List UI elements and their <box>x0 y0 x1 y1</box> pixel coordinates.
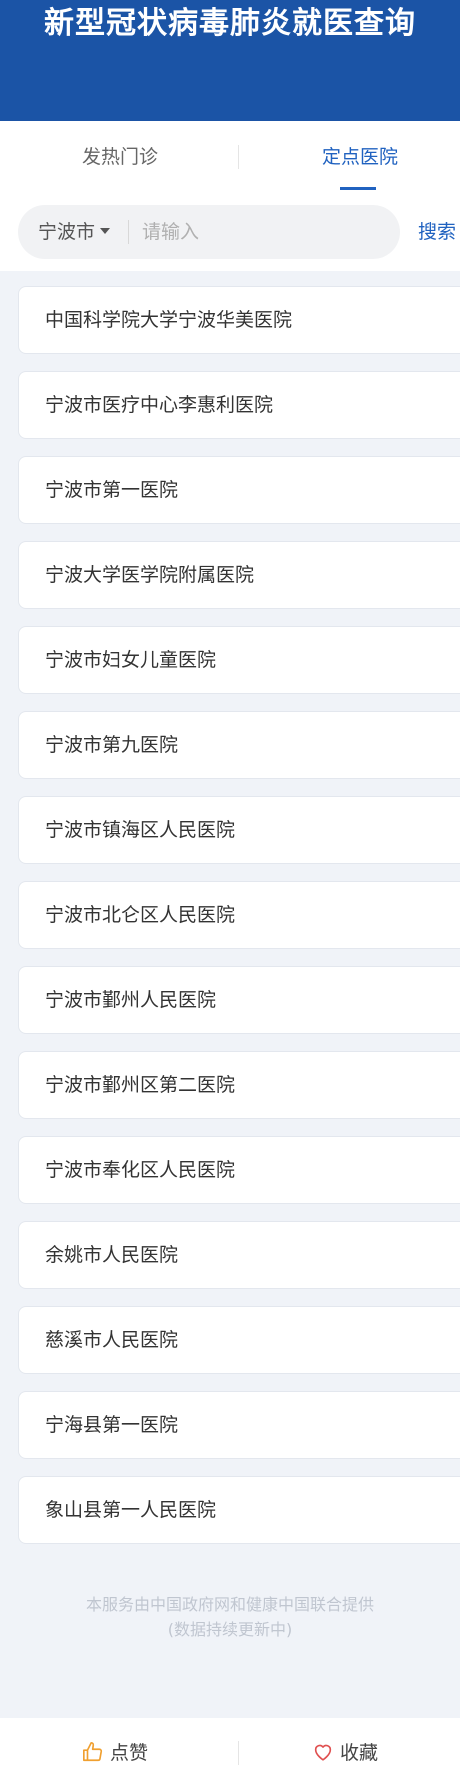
hospital-card[interactable]: 宁波市鄞州人民医院 <box>18 966 460 1034</box>
hospital-card[interactable]: 宁波市镇海区人民医院 <box>18 796 460 864</box>
active-tab-indicator <box>340 187 376 190</box>
search-divider <box>128 220 129 244</box>
service-notice-line2: (数据持续更新中) <box>167 1620 293 1639</box>
hospital-card[interactable]: 宁波市北仑区人民医院 <box>18 881 460 949</box>
tab-fever-clinic[interactable]: 发热门诊 <box>0 121 240 193</box>
heart-icon <box>314 1744 332 1761</box>
hospital-name: 宁波市第九医院 <box>45 734 179 756</box>
hospital-card[interactable]: 宁波市奉化区人民医院 <box>18 1136 460 1204</box>
hospital-name: 中国科学院大学宁波华美医院 <box>45 309 293 331</box>
hospital-card[interactable]: 宁波市医疗中心李惠利医院 <box>18 371 460 439</box>
hospital-card[interactable]: 慈溪市人民医院 <box>18 1306 460 1374</box>
hospital-name: 宁波市北仑区人民医院 <box>45 904 236 926</box>
hospital-name: 宁波市奉化区人民医院 <box>45 1159 236 1181</box>
caret-down-icon <box>100 228 111 234</box>
hospital-card[interactable]: 宁海县第一医院 <box>18 1391 460 1459</box>
favorite-label: 收藏 <box>339 1742 378 1764</box>
hospital-card[interactable]: 象山县第一人民医院 <box>18 1476 460 1544</box>
hospital-card[interactable]: 中国科学院大学宁波华美医院 <box>18 286 460 354</box>
search-bar: 宁波市 搜索 <box>0 193 460 271</box>
hospital-name: 余姚市人民医院 <box>45 1244 179 1266</box>
hospital-name: 宁波市镇海区人民医院 <box>45 819 236 841</box>
hospital-name: 宁波市第一医院 <box>45 479 179 501</box>
hospital-card[interactable]: 宁波大学医学院附属医院 <box>18 541 460 609</box>
service-notice: 本服务由中国政府网和健康中国联合提供 (数据持续更新中) <box>0 1592 460 1642</box>
hospital-name: 宁波市医疗中心李惠利医院 <box>45 394 274 416</box>
header: 新型冠状病毒肺炎就医查询 <box>0 0 460 121</box>
hospital-name: 宁海县第一医院 <box>45 1414 179 1436</box>
search-input[interactable] <box>140 213 390 251</box>
page: 新型冠状病毒肺炎就医查询 发热门诊 定点医院 宁波市 搜索 中国科学院大学宁波华… <box>0 0 460 1788</box>
city-dropdown-label: 宁波市 <box>38 221 96 243</box>
hospital-name: 宁波大学医学院附属医院 <box>45 564 255 586</box>
tab-designated-hospital[interactable]: 定点医院 <box>240 121 460 193</box>
hospital-name: 宁波市妇女儿童医院 <box>45 649 217 671</box>
hospital-card[interactable]: 宁波市妇女儿童医院 <box>18 626 460 694</box>
bottom-action-bar: 点赞 收藏 <box>0 1718 460 1788</box>
like-button[interactable]: 点赞 <box>0 1718 230 1788</box>
hospital-name: 慈溪市人民医院 <box>45 1329 179 1351</box>
search-button[interactable]: 搜索 <box>418 205 456 259</box>
tab-divider <box>238 145 239 169</box>
search-box: 宁波市 <box>18 205 400 259</box>
hospital-card[interactable]: 宁波市鄞州区第二医院 <box>18 1051 460 1119</box>
favorite-button[interactable]: 收藏 <box>230 1718 460 1788</box>
hospital-name: 象山县第一人民医院 <box>45 1499 217 1521</box>
thumbs-up-icon <box>82 1741 103 1761</box>
service-notice-line1: 本服务由中国政府网和健康中国联合提供 <box>85 1595 374 1614</box>
city-dropdown[interactable]: 宁波市 <box>38 205 111 259</box>
hospital-card[interactable]: 宁波市第九医院 <box>18 711 460 779</box>
hospital-name: 宁波市鄞州区第二医院 <box>45 1074 236 1096</box>
page-title: 新型冠状病毒肺炎就医查询 <box>44 6 416 41</box>
hospital-card[interactable]: 余姚市人民医院 <box>18 1221 460 1289</box>
like-label: 点赞 <box>109 1742 148 1764</box>
tab-bar: 发热门诊 定点医院 <box>0 121 460 193</box>
hospital-name: 宁波市鄞州人民医院 <box>45 989 217 1011</box>
hospital-card[interactable]: 宁波市第一医院 <box>18 456 460 524</box>
